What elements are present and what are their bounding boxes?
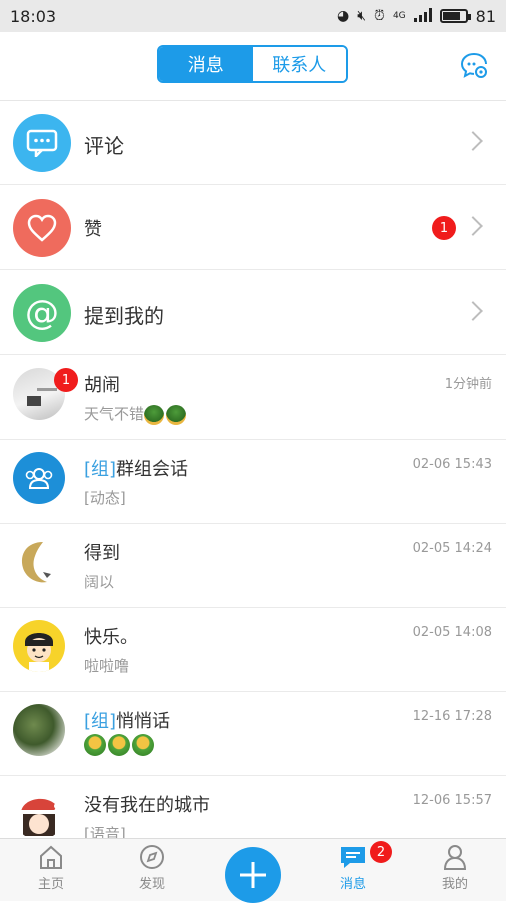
preview-text: 天气不错 xyxy=(84,405,145,423)
notification-label: 赞 xyxy=(84,219,102,240)
conversation-name: 快乐。 xyxy=(84,627,138,648)
chevron-right-icon xyxy=(463,216,483,236)
conversation-preview xyxy=(84,734,156,756)
notification-row-comment[interactable]: 评论 xyxy=(0,101,506,185)
heart-icon xyxy=(13,199,71,257)
plus-icon xyxy=(240,862,266,888)
conversation-time: 02-05 14:08 xyxy=(412,625,492,640)
tab-bar: 主页 发现 消息 2 我的 xyxy=(0,838,506,903)
notification-label: 提到我的 xyxy=(84,304,164,328)
conversation-time: 12-06 15:57 xyxy=(412,793,492,808)
conversation-name: 得到 xyxy=(84,543,120,564)
conversation-item[interactable]: 快乐。 啦啦噜 02-05 14:08 xyxy=(0,608,506,692)
mute-icon: 🔇︎ xyxy=(357,8,367,24)
conversation-item[interactable]: 得到 阔以 02-05 14:24 xyxy=(0,524,506,608)
conversation-preview: 天气不错 xyxy=(84,403,188,425)
conversation-name: 没有我在的城市 xyxy=(84,795,210,816)
tab-contacts[interactable]: 联系人 xyxy=(252,47,346,81)
signal-icon xyxy=(413,7,432,26)
avatar xyxy=(13,704,65,756)
unread-badge: 1 xyxy=(432,216,456,240)
tab-label: 消息 xyxy=(339,877,366,892)
comment-icon xyxy=(13,114,71,172)
segment-control: 消息 联系人 xyxy=(157,45,348,83)
unread-badge: 2 xyxy=(370,841,392,863)
message-icon xyxy=(341,847,365,868)
conversation-item[interactable]: [组]悄悄话 12-16 17:28 xyxy=(0,692,506,776)
duck-emoji-icon xyxy=(108,734,130,756)
tab-discover[interactable]: 发现 xyxy=(117,843,187,892)
compose-button[interactable] xyxy=(225,847,281,903)
conversation-preview: [动态] xyxy=(84,489,126,507)
conversation-preview: 阔以 xyxy=(84,573,115,591)
alarm-icon: ⏰︎ xyxy=(374,8,385,24)
tab-label: 发现 xyxy=(138,877,165,892)
conversation-item[interactable]: 1 胡闹 天气不错 1分钟前 xyxy=(0,356,506,440)
notification-label: 评论 xyxy=(84,134,124,158)
turtle-emoji-icon xyxy=(166,404,187,425)
conversation-name: [组]群组会话 xyxy=(84,455,188,481)
notification-row-mention[interactable]: @ 提到我的 xyxy=(0,271,506,355)
conversation-time: 1分钟前 xyxy=(444,377,492,392)
conversation-name: 胡闹 xyxy=(84,375,120,396)
battery-fill xyxy=(442,12,461,20)
compass-icon xyxy=(140,845,164,869)
battery-icon xyxy=(439,9,471,23)
unread-badge: 1 xyxy=(54,368,78,392)
notification-row-like[interactable]: 赞 1 xyxy=(0,186,506,270)
at-icon: @ xyxy=(13,284,71,342)
conversation-time: 02-06 15:43 xyxy=(412,457,492,472)
chevron-right-icon xyxy=(463,131,483,151)
battery-percent: 81 xyxy=(475,6,496,26)
group-icon xyxy=(13,452,65,504)
header: 消息 联系人 xyxy=(0,32,506,101)
name-text: 群组会话 xyxy=(116,459,189,480)
network-type: 4G xyxy=(392,11,406,21)
profile-icon xyxy=(443,845,467,870)
conversation-item[interactable]: [组]群组会话 [动态] 02-06 15:43 xyxy=(0,440,506,524)
chevron-right-icon xyxy=(463,301,483,321)
tab-home[interactable]: 主页 xyxy=(16,843,86,892)
tab-label: 我的 xyxy=(441,877,468,892)
group-tag: [组] xyxy=(84,459,117,480)
status-bar: 18:03 ◕ 🔇︎ ⏰︎ 4G 81 xyxy=(0,0,506,32)
conversation-time: 02-05 14:24 xyxy=(412,541,492,556)
group-tag: [组] xyxy=(84,711,117,732)
pacman-notification-icon: ◕ xyxy=(336,8,350,24)
tab-label: 主页 xyxy=(37,877,64,892)
duck-emoji-icon xyxy=(84,734,106,756)
turtle-emoji-icon xyxy=(144,404,165,425)
name-text: 悄悄话 xyxy=(116,711,171,732)
chat-settings-icon[interactable] xyxy=(460,51,488,79)
avatar xyxy=(13,788,65,840)
conversation-name: [组]悄悄话 xyxy=(84,707,170,733)
conversation-time: 12-16 17:28 xyxy=(412,709,492,724)
conversation-preview: 啦啦噜 xyxy=(84,657,130,675)
home-icon xyxy=(40,845,62,869)
tab-messages[interactable]: 消息 xyxy=(159,47,253,81)
avatar xyxy=(13,536,65,588)
avatar xyxy=(13,620,65,672)
status-time: 18:03 xyxy=(10,6,57,26)
tab-profile[interactable]: 我的 xyxy=(420,843,490,892)
duck-emoji-icon xyxy=(132,734,154,756)
